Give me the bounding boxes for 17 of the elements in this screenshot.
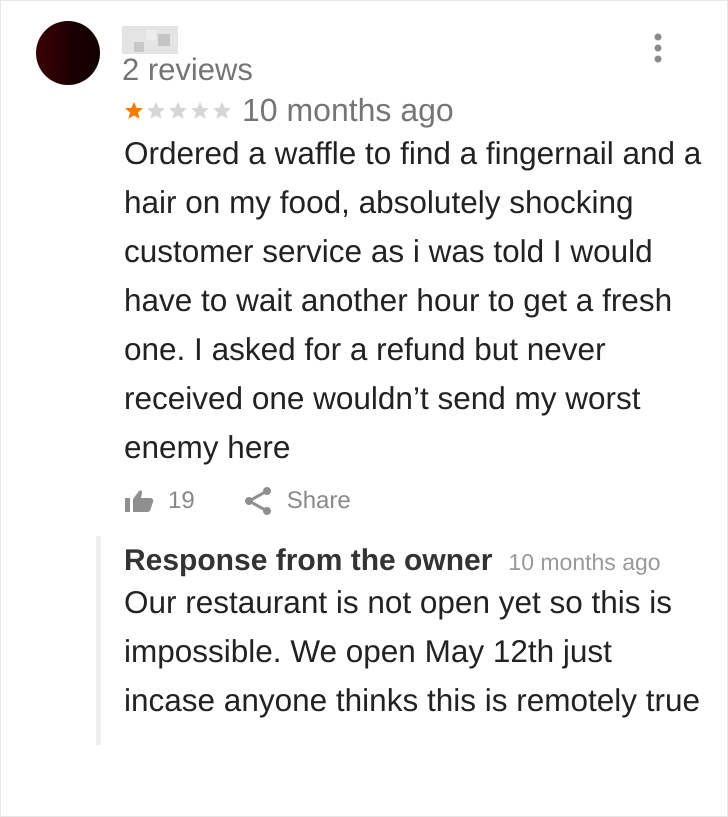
response-title: Response from the owner xyxy=(124,544,492,578)
more-icon[interactable] xyxy=(653,33,663,63)
thumbs-up-icon xyxy=(124,489,154,513)
review-time: 10 months ago xyxy=(242,92,454,129)
review-text: Ordered a waffle to find a fingernail and a hair on my food, absolutely shocking customer service as i was told I would have to wait another hour to get a fresh one. I asked for a refund but never received one wouldn’t send my worst enemy here xyxy=(124,134,702,467)
share-button[interactable]: Share xyxy=(242,486,351,516)
star-icon xyxy=(146,101,166,120)
share-icon xyxy=(242,486,273,516)
response-time: 10 months ago xyxy=(508,549,661,576)
response-text: Our restaurant is not open yet so this is impossible. We open May 12th just incase anyone thinks this is remotely true xyxy=(124,583,702,720)
review-count: 2 reviews xyxy=(122,52,253,88)
star-icon xyxy=(168,101,188,120)
star-icon xyxy=(212,101,232,120)
pixelated-name xyxy=(122,26,178,54)
star-icon xyxy=(124,101,144,120)
like-button[interactable]: 19 xyxy=(124,487,195,515)
star-icon xyxy=(190,101,210,120)
